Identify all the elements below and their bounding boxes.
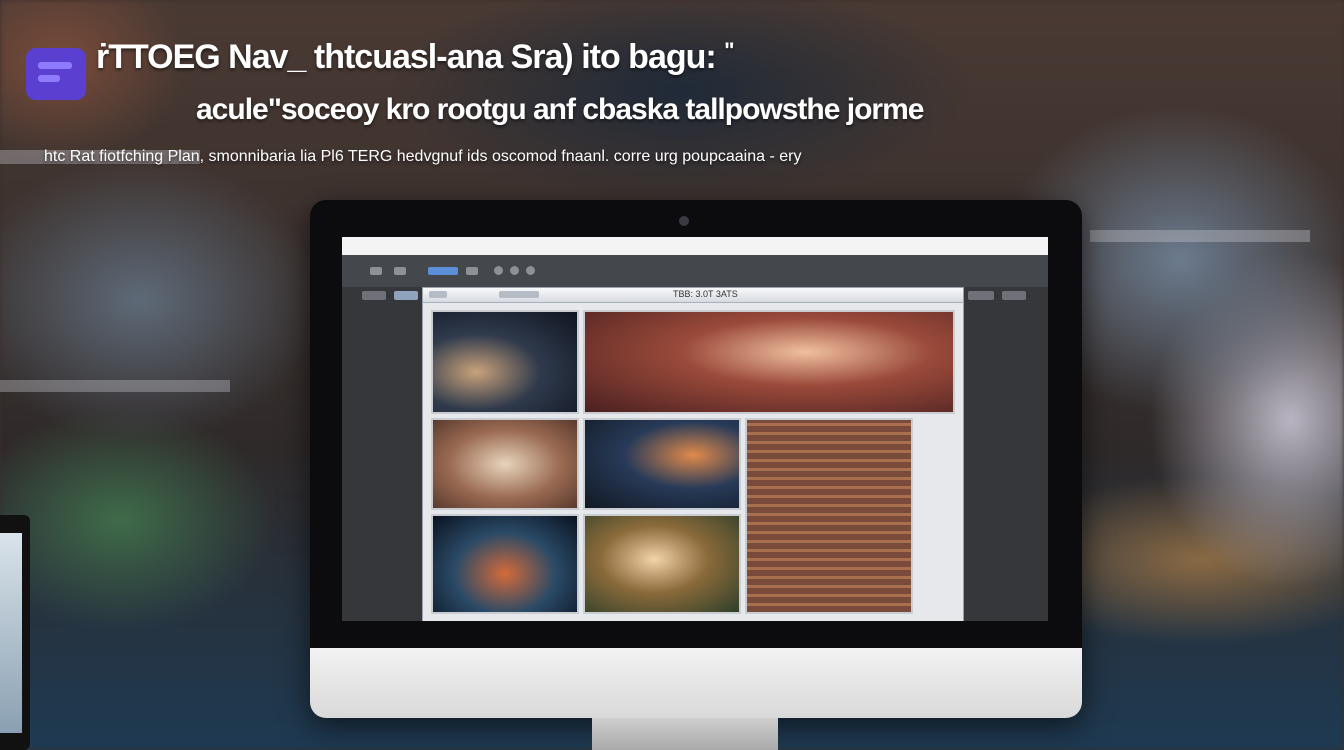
- toolbar-round-button[interactable]: [510, 266, 519, 275]
- headline-line-2: acule"soceoy kro rootgu anf cbaska tallp…: [196, 93, 924, 126]
- photo-thumbnail[interactable]: [583, 418, 741, 510]
- photo-thumbnail[interactable]: [745, 418, 913, 614]
- toolbar-tool-icon[interactable]: [466, 267, 478, 275]
- headline-line-3: htc Rat fiotfching Plan, smonnibaria lia…: [44, 148, 802, 165]
- chat-window-icon: [26, 48, 86, 100]
- toolbar-tool-icon[interactable]: [370, 267, 382, 275]
- headline-line-1-text: ṙTTOEG Nav_ thtcuasl-ana Sra) ito bagu:: [96, 38, 717, 76]
- left-panel-button[interactable]: [394, 291, 418, 300]
- tablet-screen: [0, 533, 22, 733]
- photo-thumbnail[interactable]: [431, 310, 579, 414]
- headline-quote-mark: ": [724, 38, 734, 63]
- headline-line-1: ṙTTOEG Nav_ thtcuasl-ana Sra) ito bagu: …: [96, 38, 735, 77]
- background-shelf: [0, 380, 230, 392]
- toolbar-active-tool-icon[interactable]: [428, 267, 458, 275]
- desktop-monitor: TBB: 3.0T 3ATS: [310, 200, 1082, 718]
- window-control-button[interactable]: [499, 291, 539, 298]
- window-control-button[interactable]: [429, 291, 447, 298]
- right-panel-button[interactable]: [968, 291, 994, 300]
- webcam-icon: [679, 216, 689, 226]
- gallery-title-bar: TBB: 3.0T 3ATS: [423, 288, 963, 303]
- screen-top-bar: [342, 237, 1048, 255]
- toolbar-round-button[interactable]: [494, 266, 503, 275]
- left-panel: [342, 287, 422, 621]
- tablet-device: [0, 515, 30, 750]
- left-panel-button[interactable]: [362, 291, 386, 300]
- photo-large-preview[interactable]: [583, 310, 955, 414]
- photo-thumbnail[interactable]: [431, 418, 579, 510]
- photo-thumbnail[interactable]: [431, 514, 579, 614]
- photo-thumbnail[interactable]: [583, 514, 741, 614]
- monitor-screen: TBB: 3.0T 3ATS: [342, 237, 1048, 621]
- monitor-chin: [310, 648, 1082, 718]
- gallery-window-title: TBB: 3.0T 3ATS: [673, 289, 738, 299]
- toolbar-round-button[interactable]: [526, 266, 535, 275]
- monitor-stand: [592, 718, 778, 750]
- photo-gallery-window: TBB: 3.0T 3ATS: [422, 287, 964, 621]
- right-panel: [962, 287, 1048, 621]
- right-panel-button[interactable]: [1002, 291, 1026, 300]
- toolbar-tool-icon[interactable]: [394, 267, 406, 275]
- background-shelf: [1090, 230, 1310, 242]
